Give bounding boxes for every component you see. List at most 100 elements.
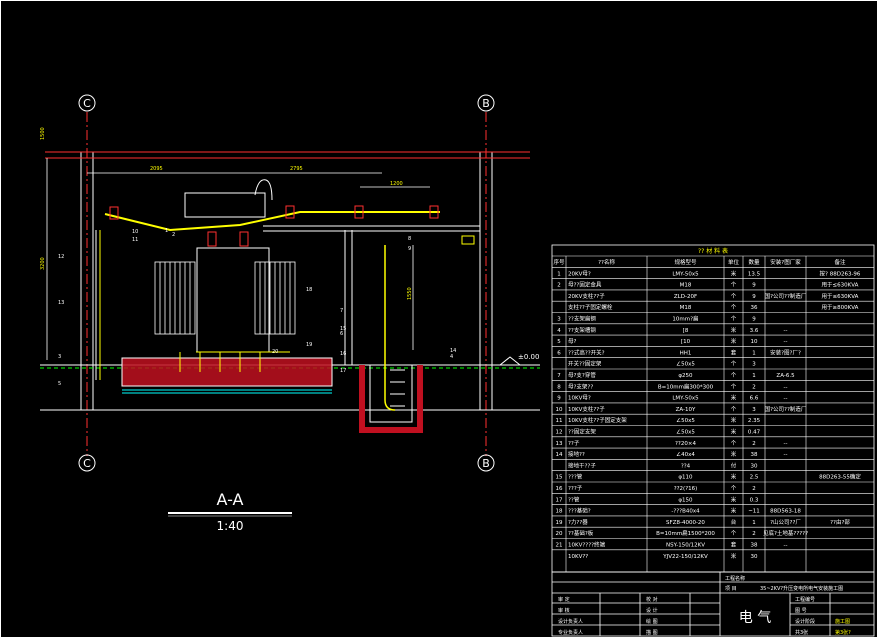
material-table-body: 序号 ??名称 规格型号 单位 数量 安装?图厂家 备注1 20KV母? LMY-50x5 米 13… xyxy=(552,255,874,572)
table-cell: ??式高??开关? xyxy=(568,348,605,356)
table-cell: HH1 xyxy=(680,350,692,356)
table-cell: 个 xyxy=(731,361,737,368)
table-cell: 13 xyxy=(556,441,563,447)
right-label-1: 工程编号 xyxy=(795,596,815,603)
table-cell: ?力??器 xyxy=(568,518,588,526)
callout-19: 19 xyxy=(306,342,312,348)
callout-1: 1 xyxy=(165,228,168,234)
table-cell: 10mm?扁 xyxy=(672,315,698,323)
title-block-texts: 工程名称 项 目 35~2KV?升压变电所电气安装施工图 审 定 审 核 设计负… xyxy=(558,575,851,636)
table-cell: 0.47 xyxy=(748,430,761,436)
role-right-1: 校 对 xyxy=(646,596,658,603)
table-cell: 0.3 xyxy=(750,497,759,503)
table-cell: ∠50x5 xyxy=(676,361,695,368)
table-cell: 按? 88D263-96 xyxy=(820,269,861,277)
table-cell: 用于≥800KVA xyxy=(822,304,859,311)
table-header-cell: 规格型号 xyxy=(674,258,697,266)
table-cell: 母?支架?? xyxy=(568,382,593,390)
callout-14: 14 xyxy=(450,348,456,354)
table-cell: 6.6 xyxy=(750,396,759,402)
table-cell: 米 xyxy=(731,473,737,481)
table-cell: YJV22-150/12KV xyxy=(662,554,708,560)
table-cell: 个 xyxy=(731,406,737,413)
table-cell: 2.35 xyxy=(748,418,761,424)
table-cell: 6 xyxy=(557,350,561,356)
table-cell: 1 xyxy=(752,520,756,526)
radiator-right xyxy=(254,261,296,335)
table-cell: 米 xyxy=(731,507,737,515)
role-left-4: 专业负责人 xyxy=(558,629,583,636)
table-cell: -???B40x4 xyxy=(671,509,700,515)
radiator-left xyxy=(154,261,196,335)
table-cell: 米 xyxy=(731,326,737,334)
callout-13: 13 xyxy=(58,300,64,306)
axis-label-b-top: B xyxy=(482,97,490,110)
table-cell: 14 xyxy=(556,452,563,458)
table-cell: 9 xyxy=(752,283,756,289)
table-cell: 11 xyxy=(556,418,563,424)
table-cell: 10KV支柱??子 xyxy=(568,405,605,413)
table-cell: -- xyxy=(784,452,788,458)
table-cell: ??支架槽钢 xyxy=(568,326,596,334)
table-cell: ???管 xyxy=(568,473,583,481)
table-cell: 8 xyxy=(557,384,561,390)
section-title: A-A xyxy=(217,490,244,509)
table-cell: 38 xyxy=(751,452,758,458)
material-table-title: ?? 材 料 表 xyxy=(698,247,728,255)
callout-18: 18 xyxy=(306,287,312,293)
table-cell: 88D263-55确定 xyxy=(819,473,861,481)
right-value-3: 施工图 xyxy=(835,618,850,625)
table-cell: [10 xyxy=(681,339,691,345)
table-cell: ~11 xyxy=(748,509,760,515)
dim-text-1: 2095 xyxy=(150,166,163,172)
table-cell: 10KV?? xyxy=(568,554,588,560)
table-cell: 见底?土地基????? xyxy=(763,529,808,537)
item-value: 35~2KV?升压变电所电气安装施工图 xyxy=(760,585,843,592)
role-right-2: 设 计 xyxy=(646,607,658,614)
section-scale: 1:40 xyxy=(217,519,244,533)
table-cell: ZLD-20F xyxy=(674,294,697,300)
callout-5: 5 xyxy=(58,381,61,387)
callout-7: 7 xyxy=(340,308,343,314)
table-cell: 3 xyxy=(752,362,756,368)
table-cell: 个 xyxy=(731,440,737,447)
table-cell: -- xyxy=(784,339,788,345)
table-cell: 个 xyxy=(731,530,737,537)
table-cell: 台 xyxy=(731,518,737,526)
table-cell: 母??固定金具 xyxy=(568,281,602,289)
table-cell: 2 xyxy=(557,283,561,289)
table-cell: 10KV支柱??子固定支架 xyxy=(568,416,627,424)
table-cell: 支柱??子固定螺栓 xyxy=(568,303,613,311)
callout-20: 20 xyxy=(272,349,278,355)
table-cell: 2 xyxy=(752,486,756,492)
table-cell: 36 xyxy=(751,305,758,311)
table-cell: 个 xyxy=(731,383,737,390)
table-cell: 1 xyxy=(752,373,756,379)
table-cell: 3 xyxy=(557,317,561,323)
table-cell: 个 xyxy=(731,316,737,323)
table-cell: 国?公司??制造厂 xyxy=(765,405,807,413)
table-cell: 9 xyxy=(752,317,756,323)
axis-label-c-bottom: C xyxy=(83,457,91,470)
table-header-cell: 数量 xyxy=(748,258,760,266)
table-cell: 15 xyxy=(556,475,563,481)
title-block xyxy=(551,571,875,637)
table-cell: 2 xyxy=(752,384,756,390)
table-cell: 1 xyxy=(752,350,756,356)
table-cell: B=10mm扁300*300 xyxy=(658,382,714,390)
table-cell: 接地?? xyxy=(568,450,585,458)
table-cell: φ150 xyxy=(678,497,693,503)
foundation xyxy=(121,352,333,394)
table-cell: M18 xyxy=(680,283,692,289)
callout-8: 8 xyxy=(408,236,411,242)
table-cell: 10 xyxy=(556,407,563,413)
table-cell: 米 xyxy=(731,394,737,402)
table-cell: M18 xyxy=(680,305,692,311)
table-cell: LMY-50x5 xyxy=(672,271,699,277)
table-cell: 米 xyxy=(731,495,737,503)
callout-16: 16 xyxy=(340,351,346,357)
material-table: ?? 材 料 表 序号 ??名称 规格型号 单位 数量 安装?图厂家 备注 1 20KV母? LM… xyxy=(551,244,875,573)
table-cell: φ110 xyxy=(678,475,693,481)
table-cell: 米 xyxy=(731,450,737,458)
table-cell: 套 xyxy=(731,348,737,356)
